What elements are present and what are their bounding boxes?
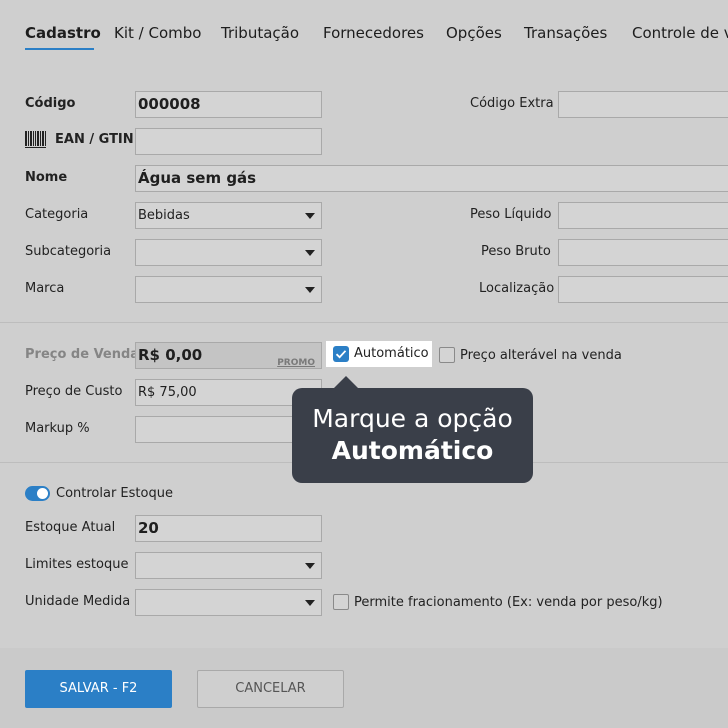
peso-bruto-label: Peso Bruto xyxy=(481,244,551,259)
peso-liquido-label: Peso Líquido xyxy=(470,207,552,222)
tab-cadastro[interactable]: Cadastro xyxy=(25,24,101,42)
categoria-label: Categoria xyxy=(25,207,89,222)
nome-label: Nome xyxy=(25,170,68,185)
peso-bruto-input[interactable] xyxy=(558,239,728,266)
localizacao-input[interactable] xyxy=(558,276,728,303)
chevron-down-icon xyxy=(305,563,315,569)
subcategoria-label: Subcategoria xyxy=(25,244,112,259)
tooltip-line1: Marque a opção xyxy=(312,404,513,433)
unidade-medida-label: Unidade Medida xyxy=(25,594,131,609)
promo-link[interactable]: PROMO xyxy=(277,351,315,368)
section-divider xyxy=(0,322,728,323)
save-button[interactable]: SALVAR - F2 xyxy=(25,670,172,708)
chevron-down-icon xyxy=(305,287,315,293)
tab-opcoes[interactable]: Opções xyxy=(446,24,502,42)
limites-estoque-label: Limites estoque xyxy=(25,557,129,572)
preco-venda-value: R$ 0,00 xyxy=(138,346,203,364)
unidade-medida-select[interactable] xyxy=(135,589,322,616)
preco-venda-label: Preço de Venda xyxy=(25,347,140,362)
tutorial-tooltip: Marque a opção Automático xyxy=(292,388,533,483)
toggle-knob xyxy=(37,488,48,499)
markup-label: Markup % xyxy=(25,421,90,436)
peso-liquido-input[interactable] xyxy=(558,202,728,229)
codigo-extra-label: Código Extra xyxy=(470,96,554,111)
marca-select[interactable] xyxy=(135,276,322,303)
tab-kit-combo[interactable]: Kit / Combo xyxy=(114,24,201,42)
localizacao-label: Localização xyxy=(479,281,555,296)
tooltip-line2: Automático xyxy=(331,436,494,465)
chevron-down-icon xyxy=(305,250,315,256)
preco-custo-label: Preço de Custo xyxy=(25,384,123,399)
codigo-input[interactable]: 000008 xyxy=(135,91,322,118)
preco-alteravel-checkbox[interactable] xyxy=(439,347,455,363)
active-tab-indicator xyxy=(25,48,94,50)
categoria-value: Bebidas xyxy=(138,208,190,223)
limites-estoque-select[interactable] xyxy=(135,552,322,579)
tab-tributacao[interactable]: Tributação xyxy=(221,24,299,42)
automatico-checkbox[interactable]: Automático xyxy=(326,341,432,367)
tab-controle[interactable]: Controle de v xyxy=(632,24,728,42)
controlar-estoque-label: Controlar Estoque xyxy=(56,486,173,501)
ean-label: EAN / GTIN xyxy=(55,132,134,147)
ean-input[interactable] xyxy=(135,128,322,155)
codigo-label: Código xyxy=(25,96,76,111)
preco-venda-input[interactable]: R$ 0,00 PROMO xyxy=(135,342,322,369)
categoria-select[interactable]: Bebidas xyxy=(135,202,322,229)
barcode-icon xyxy=(25,131,48,149)
checkbox-checked-icon xyxy=(333,346,349,362)
codigo-extra-input[interactable] xyxy=(558,91,728,118)
chevron-down-icon xyxy=(305,600,315,606)
marca-label: Marca xyxy=(25,281,65,296)
estoque-atual-label: Estoque Atual xyxy=(25,520,116,535)
preco-alteravel-label: Preço alterável na venda xyxy=(460,348,622,363)
controlar-estoque-toggle[interactable] xyxy=(25,486,50,501)
chevron-down-icon xyxy=(305,213,315,219)
fracionamento-label: Permite fracionamento (Ex: venda por pes… xyxy=(354,595,663,610)
estoque-atual-input[interactable]: 20 xyxy=(135,515,322,542)
cancel-button[interactable]: CANCELAR xyxy=(197,670,344,708)
nome-input[interactable]: Água sem gás xyxy=(135,165,728,192)
fracionamento-checkbox[interactable] xyxy=(333,594,349,610)
tab-fornecedores[interactable]: Fornecedores xyxy=(323,24,424,42)
tab-transacoes[interactable]: Transações xyxy=(524,24,607,42)
subcategoria-select[interactable] xyxy=(135,239,322,266)
automatico-label: Automático xyxy=(354,346,429,361)
